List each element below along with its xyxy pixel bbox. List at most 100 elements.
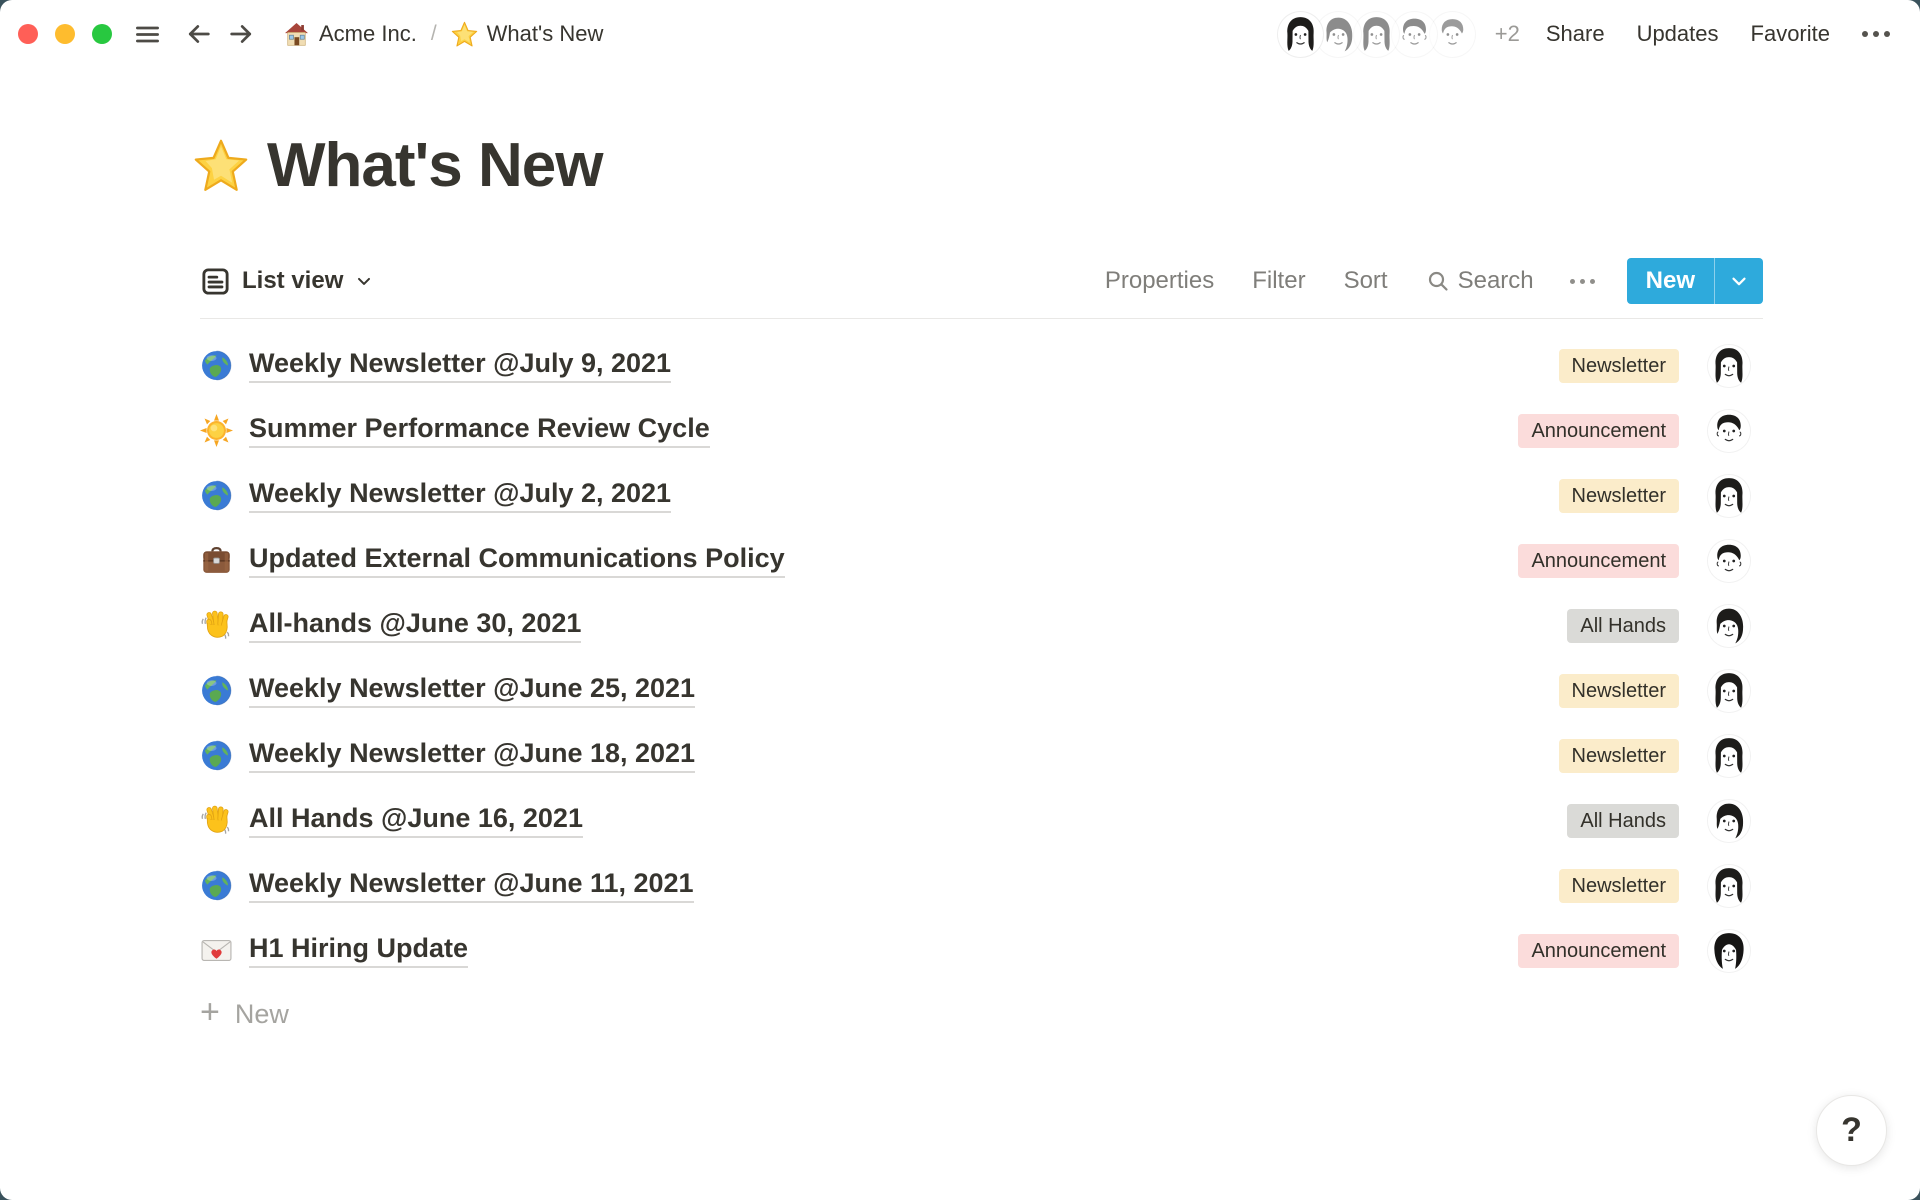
- share-button[interactable]: Share: [1530, 13, 1621, 55]
- globe-emoji-icon: [200, 479, 233, 512]
- new-button[interactable]: New: [1627, 258, 1714, 304]
- globe-emoji-icon: [200, 674, 233, 707]
- add-new-row-button[interactable]: + New: [200, 983, 1763, 1045]
- tag-badge: Announcement: [1518, 934, 1679, 968]
- row-avatar: [1708, 605, 1750, 647]
- sort-button[interactable]: Sort: [1332, 259, 1400, 303]
- tag-badge: Newsletter: [1559, 739, 1679, 773]
- breadcrumb-workspace-label: Acme Inc.: [319, 21, 417, 47]
- page-header: What's New: [193, 130, 1763, 201]
- favorite-button[interactable]: Favorite: [1735, 13, 1846, 55]
- chevron-down-icon: [1728, 270, 1750, 292]
- row-title-link[interactable]: Weekly Newsletter @July 9, 2021: [249, 348, 671, 383]
- row-title-link[interactable]: H1 Hiring Update: [249, 933, 468, 968]
- row-avatar: [1708, 540, 1750, 582]
- sun-emoji-icon: [200, 414, 233, 447]
- row-avatar: [1708, 410, 1750, 452]
- tag-badge: Newsletter: [1559, 674, 1679, 708]
- page-content: What's New List view Properties Filter S…: [200, 130, 1763, 1045]
- list-item[interactable]: Updated External Communications Policy A…: [200, 528, 1763, 593]
- list-item[interactable]: Weekly Newsletter @June 25, 2021 Newslet…: [200, 658, 1763, 723]
- row-title-link[interactable]: Summer Performance Review Cycle: [249, 413, 710, 448]
- row-title-link[interactable]: Weekly Newsletter @June 18, 2021: [249, 738, 695, 773]
- breadcrumb-page-label: What's New: [487, 21, 604, 47]
- house-emoji-icon: [283, 21, 310, 48]
- globe-emoji-icon: [200, 349, 233, 382]
- tag-badge: Announcement: [1518, 544, 1679, 578]
- traffic-lights: [18, 24, 112, 44]
- sidebar-toggle-button[interactable]: [134, 21, 161, 48]
- list-item[interactable]: Weekly Newsletter @June 11, 2021 Newslet…: [200, 853, 1763, 918]
- globe-emoji-icon: [200, 739, 233, 772]
- tag-badge: All Hands: [1567, 609, 1679, 643]
- properties-button[interactable]: Properties: [1093, 259, 1226, 303]
- row-title-link[interactable]: Weekly Newsletter @June 11, 2021: [249, 868, 694, 903]
- breadcrumb-page[interactable]: What's New: [451, 21, 604, 48]
- back-button[interactable]: [185, 20, 213, 48]
- wave-emoji-icon: [200, 609, 233, 642]
- new-button-group: New: [1627, 258, 1763, 304]
- topbar-actions: +2 Share Updates Favorite: [1280, 13, 1896, 55]
- view-toolbar-actions: Properties Filter Sort Search New: [1093, 258, 1763, 304]
- row-title-link[interactable]: Weekly Newsletter @July 2, 2021: [249, 478, 671, 513]
- arrow-left-icon: [185, 20, 213, 48]
- view-toolbar: List view Properties Filter Sort Search …: [200, 257, 1763, 305]
- search-button[interactable]: Search: [1414, 259, 1546, 303]
- list-item[interactable]: All Hands @June 16, 2021 All Hands: [200, 788, 1763, 853]
- new-button-dropdown[interactable]: [1715, 258, 1763, 304]
- presence-avatar: [1280, 14, 1321, 55]
- view-more-options-button[interactable]: [1560, 267, 1605, 296]
- hamburger-icon: [134, 21, 161, 48]
- plus-icon: +: [200, 995, 220, 1029]
- view-switcher[interactable]: List view: [200, 266, 374, 297]
- topbar: Acme Inc. / What's New +2 Share Updates …: [0, 0, 1920, 68]
- row-avatar: [1708, 735, 1750, 777]
- arrow-right-icon: [227, 20, 255, 48]
- view-label: List view: [242, 267, 343, 295]
- tag-badge: Newsletter: [1559, 869, 1679, 903]
- presence-avatar: [1356, 14, 1397, 55]
- updates-button[interactable]: Updates: [1621, 13, 1735, 55]
- forward-button[interactable]: [227, 20, 255, 48]
- page-title[interactable]: What's New: [267, 130, 602, 201]
- page-star-emoji-icon[interactable]: [193, 138, 249, 194]
- filter-button[interactable]: Filter: [1240, 259, 1317, 303]
- row-title-link[interactable]: All Hands @June 16, 2021: [249, 803, 583, 838]
- row-title-link[interactable]: Updated External Communications Policy: [249, 543, 785, 578]
- list-item[interactable]: Summer Performance Review Cycle Announce…: [200, 398, 1763, 463]
- zoom-window-button[interactable]: [92, 24, 112, 44]
- list-item[interactable]: H1 Hiring Update Announcement: [200, 918, 1763, 983]
- tag-badge: All Hands: [1567, 804, 1679, 838]
- tag-badge: Newsletter: [1559, 479, 1679, 513]
- list-item[interactable]: Weekly Newsletter @June 18, 2021 Newslet…: [200, 723, 1763, 788]
- tag-badge: Announcement: [1518, 414, 1679, 448]
- row-avatar: [1708, 345, 1750, 387]
- globe-emoji-icon: [200, 869, 233, 902]
- ellipsis-icon: [1862, 31, 1868, 37]
- ellipsis-icon: [1570, 279, 1575, 284]
- help-button[interactable]: ?: [1816, 1095, 1887, 1166]
- presence-avatars: [1280, 14, 1473, 55]
- more-options-button[interactable]: [1856, 21, 1896, 47]
- tag-badge: Newsletter: [1559, 349, 1679, 383]
- list-item[interactable]: All-hands @June 30, 2021 All Hands: [200, 593, 1763, 658]
- page-list: Weekly Newsletter @July 9, 2021 Newslett…: [200, 319, 1763, 983]
- list-item[interactable]: Weekly Newsletter @July 2, 2021 Newslett…: [200, 463, 1763, 528]
- list-item[interactable]: Weekly Newsletter @July 9, 2021 Newslett…: [200, 333, 1763, 398]
- close-window-button[interactable]: [18, 24, 38, 44]
- row-title-link[interactable]: Weekly Newsletter @June 25, 2021: [249, 673, 695, 708]
- breadcrumb-workspace[interactable]: Acme Inc.: [283, 21, 417, 48]
- list-view-icon: [200, 266, 231, 297]
- wave-emoji-icon: [200, 804, 233, 837]
- row-avatar: [1708, 930, 1750, 972]
- app-window: Acme Inc. / What's New +2 Share Updates …: [0, 0, 1920, 1200]
- presence-overflow-count: +2: [1495, 21, 1520, 47]
- presence-avatar: [1394, 14, 1435, 55]
- row-title-link[interactable]: All-hands @June 30, 2021: [249, 608, 581, 643]
- add-new-row-label: New: [235, 999, 289, 1030]
- row-avatar: [1708, 865, 1750, 907]
- row-avatar: [1708, 800, 1750, 842]
- minimize-window-button[interactable]: [55, 24, 75, 44]
- briefcase-emoji-icon: [200, 544, 233, 577]
- row-avatar: [1708, 475, 1750, 517]
